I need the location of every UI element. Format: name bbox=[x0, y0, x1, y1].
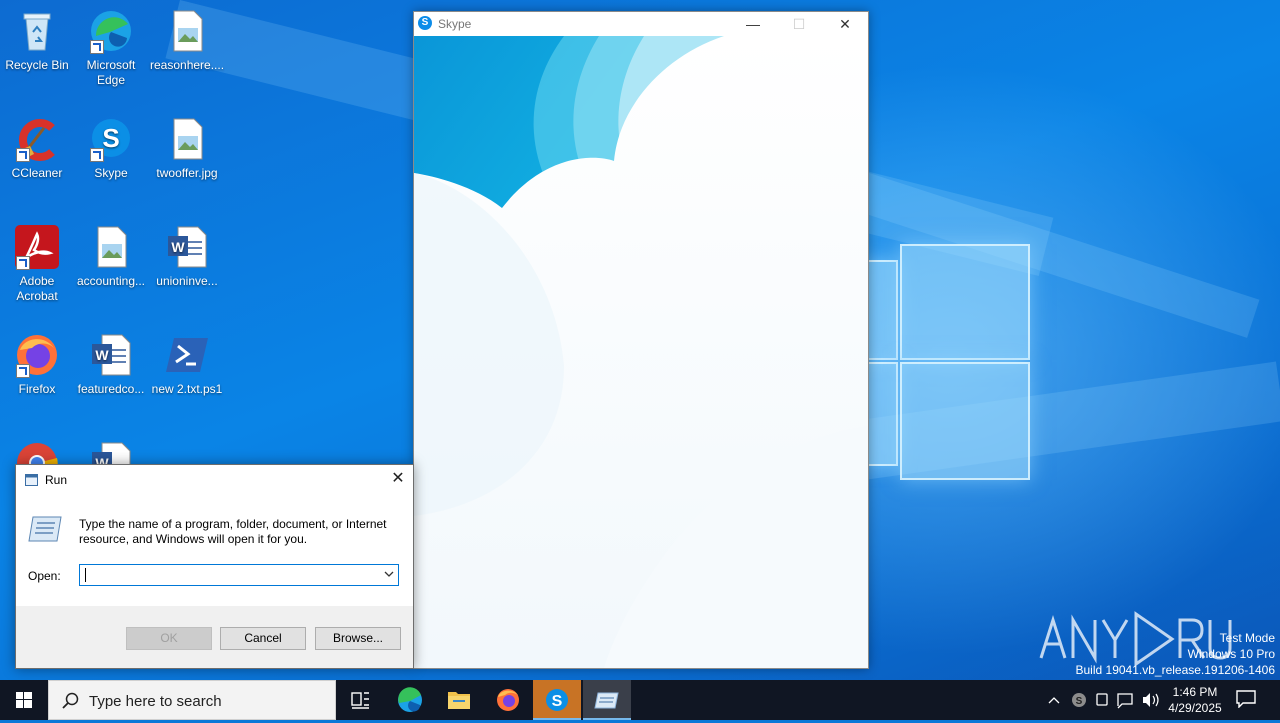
cancel-button[interactable]: Cancel bbox=[220, 627, 306, 650]
network-icon bbox=[1117, 693, 1133, 709]
desktop-icon-new-2-ps1[interactable]: new 2.txt.ps1 bbox=[150, 332, 224, 397]
recycle-bin-icon bbox=[23, 13, 51, 51]
icon-label: Recycle Bin bbox=[5, 58, 69, 72]
system-tray-icons[interactable]: S bbox=[1046, 680, 1166, 720]
icon-label: Skype bbox=[94, 166, 128, 180]
image-file-icon bbox=[97, 226, 127, 268]
cloud-illustration bbox=[414, 36, 868, 668]
windows-start-icon bbox=[16, 692, 32, 708]
close-button[interactable]: ✕ bbox=[822, 12, 868, 36]
run-program-icon bbox=[28, 516, 62, 542]
desktop-icon-firefox[interactable]: Firefox bbox=[0, 332, 74, 397]
skype-window[interactable]: S Skype — ☐ ✕ bbox=[413, 11, 869, 669]
icon-label: Firefox bbox=[18, 382, 56, 396]
desktop-icon-reasonhere[interactable]: reasonhere.... bbox=[150, 8, 224, 73]
run-content: Type the name of a program, folder, docu… bbox=[16, 494, 413, 606]
minimize-button[interactable]: — bbox=[730, 12, 776, 36]
desktop-icon-recycle-bin[interactable]: Recycle Bin bbox=[0, 8, 74, 73]
run-description: Type the name of a program, folder, docu… bbox=[79, 517, 387, 546]
powershell-icon bbox=[166, 338, 208, 372]
word-document-icon: W bbox=[168, 226, 207, 268]
task-view-button[interactable] bbox=[336, 680, 384, 720]
watermark-line3: Build 19041.vb_release.191206-1406 bbox=[1075, 663, 1276, 677]
taskbar-edge[interactable] bbox=[386, 680, 434, 720]
svg-text:W: W bbox=[95, 347, 109, 363]
desktop-icon-featuredco[interactable]: W featuredco... bbox=[74, 332, 148, 397]
icon-label: Microsoft Edge bbox=[86, 58, 136, 87]
windows-logo-wallpaper bbox=[860, 240, 1030, 480]
icon-label: Adobe Acrobat bbox=[16, 274, 58, 303]
svg-text:W: W bbox=[171, 239, 185, 255]
text-cursor bbox=[85, 568, 86, 582]
ok-button[interactable]: OK bbox=[126, 627, 212, 650]
image-file-icon bbox=[173, 10, 203, 52]
chevron-down-icon[interactable] bbox=[383, 567, 395, 581]
run-close-button[interactable]: ✕ bbox=[387, 469, 409, 489]
clock-time: 1:46 PM bbox=[1172, 685, 1218, 699]
taskbar-search-box[interactable]: Type here to search bbox=[48, 680, 336, 720]
svg-text:S: S bbox=[102, 123, 119, 153]
run-dialog-title: Run bbox=[45, 473, 68, 487]
search-icon bbox=[62, 692, 79, 709]
taskbar-firefox[interactable] bbox=[484, 680, 532, 720]
camera-icon bbox=[1096, 693, 1108, 706]
clock-date: 4/29/2025 bbox=[1168, 701, 1222, 715]
chevron-up-icon bbox=[1048, 697, 1060, 704]
desktop-icon-accounting[interactable]: accounting... bbox=[74, 224, 148, 289]
desktop-icon-adobe-acrobat[interactable]: Adobe Acrobat bbox=[0, 224, 74, 304]
taskbar-clock[interactable]: 1:46 PM 4/29/2025 bbox=[1160, 684, 1230, 716]
icon-label: reasonhere.... bbox=[150, 58, 225, 72]
skype-window-title: Skype bbox=[438, 17, 472, 31]
edge-icon bbox=[398, 687, 422, 712]
icon-label: unioninve... bbox=[156, 274, 218, 288]
skype-loading-splash bbox=[414, 36, 868, 668]
desktop-icon-skype[interactable]: S Skype bbox=[74, 116, 148, 181]
firefox-icon bbox=[497, 689, 519, 711]
taskbar-file-explorer[interactable] bbox=[435, 680, 483, 720]
run-titlebar[interactable]: Run ✕ bbox=[16, 465, 413, 494]
svg-text:S: S bbox=[1076, 696, 1083, 707]
svg-text:S: S bbox=[552, 693, 563, 710]
open-combobox[interactable] bbox=[79, 564, 399, 586]
watermark-line2: Windows 10 Pro bbox=[1187, 647, 1275, 661]
desktop-icon-microsoft-edge[interactable]: Microsoft Edge bbox=[74, 8, 148, 88]
folder-icon bbox=[448, 692, 470, 709]
run-icon bbox=[594, 692, 619, 709]
desktop-icon-twooffer[interactable]: twooffer.jpg bbox=[150, 116, 224, 181]
open-label: Open: bbox=[28, 569, 61, 583]
task-view-icon bbox=[351, 692, 369, 709]
run-dialog[interactable]: Run ✕ Type the name of a program, folder… bbox=[15, 464, 414, 669]
browse-button[interactable]: Browse... bbox=[315, 627, 401, 650]
skype-title-icon: S bbox=[418, 16, 432, 30]
search-placeholder: Type here to search bbox=[89, 693, 222, 710]
icon-label: new 2.txt.ps1 bbox=[151, 382, 223, 396]
icon-label: twooffer.jpg bbox=[156, 166, 218, 180]
desktop-icon-unioninve[interactable]: W unioninve... bbox=[150, 224, 224, 289]
icon-label: accounting... bbox=[76, 274, 146, 288]
skype-icon: S bbox=[546, 689, 568, 711]
icon-label: featuredco... bbox=[77, 382, 145, 396]
volume-icon bbox=[1143, 693, 1150, 707]
watermark-line1: Test Mode bbox=[1219, 631, 1275, 645]
taskbar-run[interactable] bbox=[583, 680, 631, 720]
image-file-icon bbox=[173, 118, 203, 160]
notification-center-icon[interactable] bbox=[1236, 690, 1256, 708]
maximize-button[interactable]: ☐ bbox=[776, 12, 822, 36]
taskbar: Type here to search S S 1:46 PM 4/29/202… bbox=[0, 680, 1280, 720]
run-title-icon bbox=[25, 474, 38, 486]
desktop-icon-ccleaner[interactable]: CCleaner bbox=[0, 116, 74, 181]
start-button[interactable] bbox=[0, 680, 48, 720]
icon-label: CCleaner bbox=[11, 166, 63, 180]
test-mode-watermark: Test Mode Windows 10 Pro Build 19041.vb_… bbox=[1050, 630, 1276, 678]
taskbar-skype[interactable]: S bbox=[533, 680, 581, 720]
word-document-icon: W bbox=[92, 334, 131, 376]
skype-titlebar[interactable]: S Skype — ☐ ✕ bbox=[414, 12, 868, 36]
